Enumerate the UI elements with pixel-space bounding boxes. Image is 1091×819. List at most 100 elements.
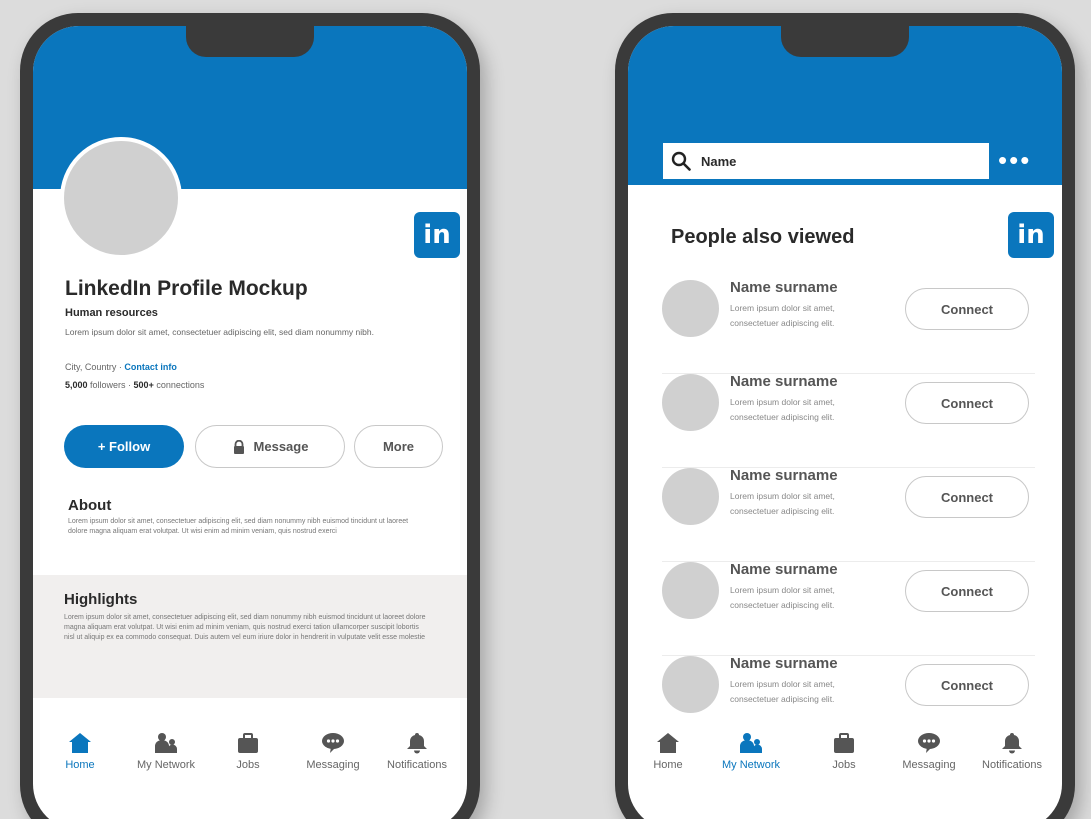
more-button-label: More xyxy=(382,439,415,454)
person-avatar[interactable] xyxy=(662,656,719,713)
person-desc-line: consectetuer adipiscing elit. xyxy=(730,694,835,704)
person-row[interactable]: Name surname Lorem ipsum dolor sit amet,… xyxy=(662,467,1035,562)
more-button[interactable]: More xyxy=(354,425,443,468)
network-screen: Name ••• in People also viewed Name surn… xyxy=(628,26,1062,819)
connect-button[interactable]: Connect xyxy=(905,476,1029,518)
person-name[interactable]: Name surname xyxy=(730,467,838,484)
followers-label: followers · xyxy=(87,380,134,390)
highlights-title: Highlights xyxy=(64,591,138,608)
search-bar[interactable]: Name xyxy=(663,143,989,179)
message-button[interactable]: Message xyxy=(195,425,345,468)
connect-button[interactable]: Connect xyxy=(905,570,1029,612)
lock-icon xyxy=(233,439,244,454)
person-row[interactable]: Name surname Lorem ipsum dolor sit amet,… xyxy=(662,279,1035,374)
nav-messaging[interactable]: Messaging xyxy=(884,732,974,771)
profile-avatar[interactable] xyxy=(60,137,182,259)
person-row[interactable]: Name surname Lorem ipsum dolor sit amet,… xyxy=(662,373,1035,468)
about-title: About xyxy=(68,497,112,514)
linkedin-logo: in xyxy=(414,212,460,258)
messaging-icon xyxy=(918,733,940,753)
nav-home-label: Home xyxy=(653,759,683,771)
person-avatar[interactable] xyxy=(662,468,719,525)
nav-home-label: Home xyxy=(65,759,95,771)
about-text: Lorem ipsum dolor sit amet, consectetuer… xyxy=(68,518,409,535)
profile-screen: in LinkedIn Profile Mockup Human resourc… xyxy=(33,26,467,819)
home-icon xyxy=(657,733,679,753)
person-row[interactable]: Name surname Lorem ipsum dolor sit amet,… xyxy=(662,561,1035,656)
nav-my-network-label: My Network xyxy=(721,759,781,771)
profile-bio: Lorem ipsum dolor sit amet, consectetuer… xyxy=(65,327,374,337)
person-name[interactable]: Name surname xyxy=(730,373,838,390)
nav-jobs[interactable]: Jobs xyxy=(799,732,889,771)
person-avatar[interactable] xyxy=(662,374,719,431)
person-desc-line: consectetuer adipiscing elit. xyxy=(730,506,835,516)
connect-button[interactable]: Connect xyxy=(905,664,1029,706)
person-desc-line: consectetuer adipiscing elit. xyxy=(730,600,835,610)
person-avatar[interactable] xyxy=(662,280,719,337)
bottom-nav: Home My Network Jobs Messaging Notificat… xyxy=(33,732,467,792)
person-description: Lorem ipsum dolor sit amet, consectetuer… xyxy=(730,583,900,613)
phone-profile: in LinkedIn Profile Mockup Human resourc… xyxy=(20,13,480,819)
profile-role: Human resources xyxy=(65,307,158,319)
phone-network: Name ••• in People also viewed Name surn… xyxy=(615,13,1075,819)
message-button-label: Message xyxy=(253,439,309,454)
home-icon xyxy=(69,733,91,753)
phone-notch xyxy=(781,26,909,57)
notifications-icon xyxy=(407,733,427,754)
person-name[interactable]: Name surname xyxy=(730,655,838,672)
search-input[interactable]: Name xyxy=(701,154,736,169)
person-avatar[interactable] xyxy=(662,562,719,619)
nav-notifications-label: Notifications xyxy=(387,759,447,771)
person-desc-line: consectetuer adipiscing elit. xyxy=(730,318,835,328)
nav-messaging[interactable]: Messaging xyxy=(288,732,378,771)
jobs-icon xyxy=(834,733,854,753)
person-desc-line: Lorem ipsum dolor sit amet, xyxy=(730,491,835,501)
nav-my-network[interactable]: My Network xyxy=(706,732,796,771)
nav-messaging-label: Messaging xyxy=(902,759,956,771)
connect-button[interactable]: Connect xyxy=(905,288,1029,330)
connections-count: 500+ xyxy=(133,380,154,390)
person-desc-line: Lorem ipsum dolor sit amet, xyxy=(730,585,835,595)
phone-notch xyxy=(186,26,314,57)
jobs-icon xyxy=(238,733,258,753)
person-desc-line: Lorem ipsum dolor sit amet, xyxy=(730,679,835,689)
nav-notifications[interactable]: Notifications xyxy=(967,732,1057,771)
search-icon xyxy=(671,151,691,171)
person-desc-line: consectetuer adipiscing elit. xyxy=(730,412,835,422)
person-desc-line: Lorem ipsum dolor sit amet, xyxy=(730,397,835,407)
person-description: Lorem ipsum dolor sit amet, consectetuer… xyxy=(730,489,900,519)
nav-my-network[interactable]: My Network xyxy=(121,732,211,771)
nav-jobs[interactable]: Jobs xyxy=(203,732,293,771)
profile-location: City, Country · Contact info xyxy=(65,362,177,372)
follow-button-label: + Follow xyxy=(97,439,151,454)
connections-label: connections xyxy=(153,380,205,390)
bottom-nav: Home My Network Jobs Messaging Notificat… xyxy=(628,732,1062,792)
messaging-icon xyxy=(322,733,344,753)
nav-jobs-label: Jobs xyxy=(236,759,260,771)
people-also-viewed-title: People also viewed xyxy=(671,226,855,248)
more-options-icon[interactable]: ••• xyxy=(998,147,1043,173)
nav-home[interactable]: Home xyxy=(628,732,713,771)
connect-button[interactable]: Connect xyxy=(905,382,1029,424)
followers-count: 5,000 xyxy=(65,380,88,390)
person-name[interactable]: Name surname xyxy=(730,279,838,296)
nav-home[interactable]: Home xyxy=(35,732,125,771)
nav-notifications-label: Notifications xyxy=(982,759,1042,771)
network-icon xyxy=(155,733,177,753)
nav-my-network-label: My Network xyxy=(136,759,196,771)
nav-notifications[interactable]: Notifications xyxy=(372,732,462,771)
nav-jobs-label: Jobs xyxy=(832,759,856,771)
person-desc-line: Lorem ipsum dolor sit amet, xyxy=(730,303,835,313)
person-description: Lorem ipsum dolor sit amet, consectetuer… xyxy=(730,677,900,707)
location-text: City, Country xyxy=(65,362,117,372)
contact-info-link[interactable]: Contact info xyxy=(124,362,177,372)
notifications-icon xyxy=(1002,733,1022,754)
nav-messaging-label: Messaging xyxy=(306,759,360,771)
highlights-text: Lorem ipsum dolor sit amet, consectetuer… xyxy=(64,614,426,641)
person-description: Lorem ipsum dolor sit amet, consectetuer… xyxy=(730,301,900,331)
profile-name: LinkedIn Profile Mockup xyxy=(65,277,308,300)
follow-button[interactable]: + Follow xyxy=(64,425,184,468)
person-description: Lorem ipsum dolor sit amet, consectetuer… xyxy=(730,395,900,425)
person-name[interactable]: Name surname xyxy=(730,561,838,578)
network-icon xyxy=(740,733,762,753)
